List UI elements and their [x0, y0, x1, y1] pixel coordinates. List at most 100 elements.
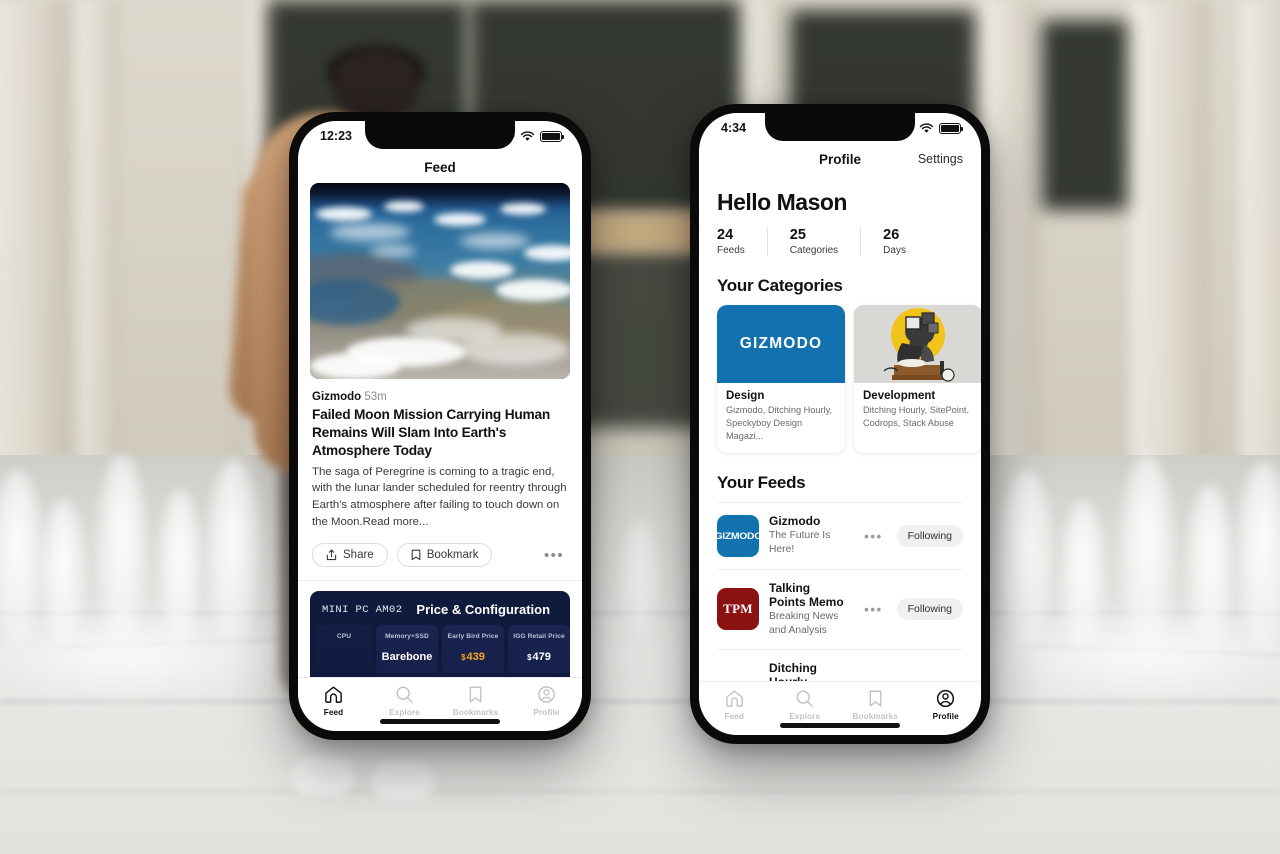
right-phone-frame: 4:34 Profile Settings Hello Mason 24 Fee	[690, 104, 990, 744]
page-title: Feed	[424, 159, 456, 175]
search-icon	[796, 690, 814, 707]
avatar-text: GIZMODO	[717, 530, 759, 541]
currency-symbol: $	[527, 653, 532, 663]
tab-label: Bookmarks	[852, 712, 898, 721]
share-icon	[326, 549, 337, 561]
person-circle-icon	[538, 686, 555, 703]
article-image	[310, 183, 570, 379]
tab-profile[interactable]: Profile	[511, 684, 582, 717]
background-photo	[0, 0, 1280, 854]
tab-label: Bookmarks	[452, 708, 499, 717]
bookmark-icon	[469, 686, 482, 703]
stat-categories: 25 Categories	[789, 227, 862, 256]
categories-title: Your Categories	[717, 276, 843, 295]
gizmodo-avatar: GIZMODO	[717, 514, 759, 557]
notch	[765, 113, 915, 141]
feeds-title: Your Feeds	[717, 473, 806, 493]
left-phone-frame: 12:23 Feed Gizmodo 53m Failed Moon Missi…	[289, 112, 591, 740]
share-button[interactable]: Share	[312, 543, 388, 568]
feed-row[interactable]: GIZMODO Gizmodo The Future Is Here! ••• …	[717, 502, 963, 568]
categories-list[interactable]: GIZMODO Design Gizmodo, Ditching Hourly,…	[699, 305, 981, 454]
nav-bar: Feed	[298, 151, 582, 183]
promo-column: Early Bird Price $439	[442, 625, 504, 674]
battery-icon	[540, 130, 564, 142]
tab-bookmarks[interactable]: Bookmarks	[840, 688, 911, 721]
tab-label: Profile	[932, 712, 959, 721]
bookmark-icon	[869, 690, 882, 707]
status-time: 4:34	[721, 121, 747, 135]
feed-name: Ditching Hourly	[769, 661, 817, 681]
profile-scroll-area[interactable]: Hello Mason 24 Feeds 25 Categories 26 Da…	[699, 175, 981, 681]
greeting: Hello Mason	[717, 189, 847, 215]
stat-label: Categories	[789, 245, 839, 256]
following-button[interactable]: Following	[896, 524, 963, 547]
avatar-text: TPM	[723, 601, 753, 617]
promo-header: MINI PC AM02 Price & Configuration	[310, 591, 570, 625]
article-headline: Failed Moon Mission Carrying Human Remai…	[312, 407, 551, 458]
battery-icon	[939, 122, 963, 134]
feeds-list: GIZMODO Gizmodo The Future Is Here! ••• …	[699, 502, 981, 681]
settings-button[interactable]: Settings	[918, 152, 963, 166]
tab-label: Feed	[724, 712, 744, 721]
category-card-design[interactable]: GIZMODO Design Gizmodo, Ditching Hourly,…	[717, 305, 845, 454]
promo-brand: MINI PC AM02	[322, 603, 403, 616]
promo-column-header: CPU	[336, 633, 352, 641]
feed-more-button[interactable]: •••	[860, 602, 887, 617]
tab-explore[interactable]: Explore	[369, 684, 440, 717]
promo-column-value: $479	[512, 651, 566, 663]
price-value: 439	[466, 651, 485, 664]
feed-row[interactable]: TPM Talking Points Memo Breaking News an…	[717, 568, 963, 649]
home-indicator	[380, 719, 500, 724]
tab-label: Profile	[533, 708, 560, 717]
notch	[365, 121, 515, 149]
bookmark-button[interactable]: Bookmark	[396, 543, 493, 568]
tab-feed[interactable]: Feed	[298, 684, 369, 717]
promo-card[interactable]: MINI PC AM02 Price & Configuration CPU M…	[310, 591, 570, 677]
divider	[298, 580, 582, 582]
promo-column-header: Memory+SSD	[385, 633, 429, 641]
article-more-button[interactable]: •••	[544, 548, 568, 563]
feed-description: Breaking News and Analysis	[769, 610, 839, 636]
bookmark-icon	[411, 550, 421, 561]
promo-column-header: Early Bird Price	[447, 633, 499, 641]
promo-title: Price & Configuration	[416, 602, 551, 618]
tab-feed[interactable]: Feed	[699, 688, 770, 721]
category-card-development[interactable]: Development Ditching Hourly, SitePoint, …	[854, 305, 981, 454]
article-time: 53m	[364, 391, 387, 403]
category-sources: Ditching Hourly, SitePoint, Codrops, Sta…	[863, 405, 970, 429]
article-excerpt: The saga of Peregrine is coming to a tra…	[312, 465, 567, 528]
stat-label: Feeds	[717, 245, 745, 256]
stat-value: 25	[789, 227, 806, 243]
wifi-icon	[919, 122, 934, 133]
feed-more-button[interactable]: •••	[860, 528, 887, 543]
right-phone-screen: 4:34 Profile Settings Hello Mason 24 Fee	[699, 113, 981, 735]
following-button[interactable]: Following	[896, 598, 963, 621]
article-actions: Share Bookmark •••	[298, 530, 582, 580]
person-circle-icon	[937, 689, 955, 708]
promo-column: Memory+SSD Barebone	[376, 625, 438, 674]
tab-profile[interactable]: Profile	[911, 688, 982, 721]
promo-column: IGG Retail Price $479	[508, 625, 570, 674]
category-sources: Gizmodo, Ditching Hourly, Speckyboy Desi…	[726, 405, 833, 442]
feed-name: Talking Points Memo	[769, 580, 844, 609]
robot-illustration-svg	[854, 305, 981, 383]
status-time: 12:23	[320, 129, 352, 143]
feed-scroll-area[interactable]: Gizmodo 53m Failed Moon Mission Carrying…	[298, 183, 582, 677]
feed-row[interactable]: Ditching Hourly For developers, designer…	[717, 649, 963, 681]
tab-bookmarks[interactable]: Bookmarks	[440, 684, 511, 717]
article-card[interactable]: Gizmodo 53m Failed Moon Mission Carrying…	[298, 183, 582, 582]
promo-table: CPU Memory+SSD Barebone Early Bird Price…	[310, 625, 570, 674]
feed-name: Gizmodo	[769, 514, 821, 529]
tab-label: Explore	[789, 712, 821, 721]
tpm-avatar: TPM	[717, 588, 759, 631]
category-name: Design	[726, 390, 765, 402]
stats-row: 24 Feeds 25 Categories 26 Days	[699, 216, 981, 256]
robot-illustration	[854, 305, 981, 383]
nav-bar: Profile Settings	[699, 143, 981, 175]
page-title: Profile	[818, 151, 861, 167]
stat-days: 26 Days	[883, 227, 928, 256]
article-source: Gizmodo	[312, 391, 362, 403]
wifi-icon	[520, 130, 535, 141]
stat-label: Days	[883, 245, 906, 256]
tab-explore[interactable]: Explore	[770, 688, 841, 721]
